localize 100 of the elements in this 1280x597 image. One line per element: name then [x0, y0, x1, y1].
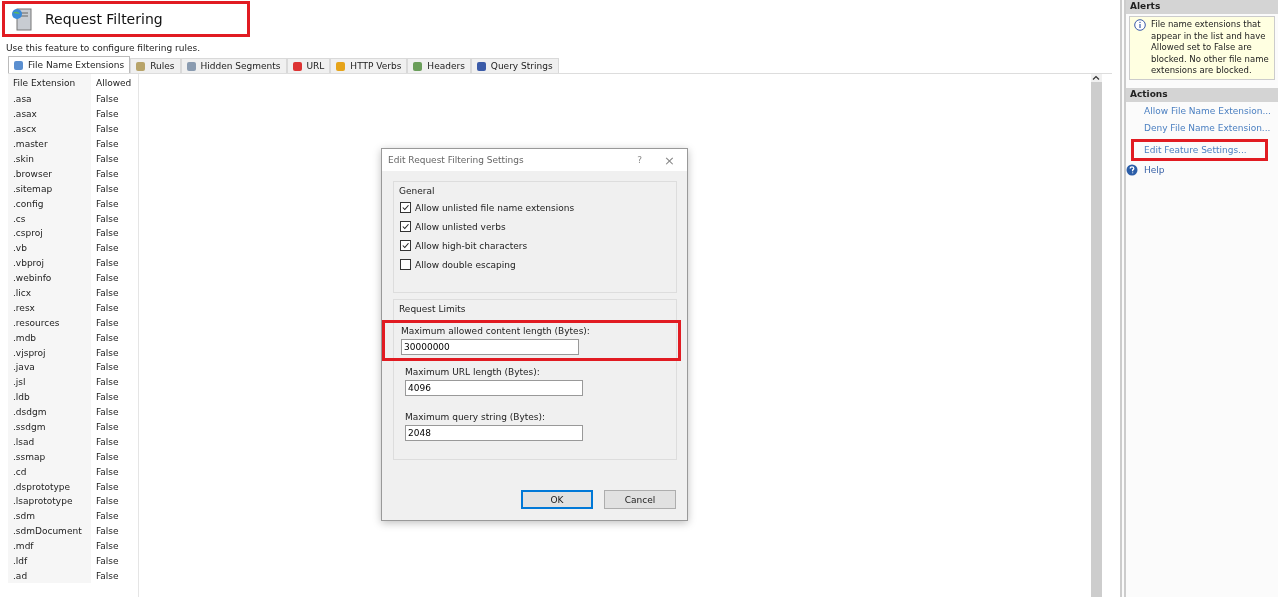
- scroll-up-icon[interactable]: [1092, 75, 1100, 80]
- table-cell-text: False: [95, 243, 119, 254]
- cancel-button[interactable]: Cancel: [604, 490, 676, 509]
- input-field[interactable]: 4096: [405, 380, 583, 396]
- table-cell: .cd: [8, 464, 91, 480]
- dialog-title: Edit Request Filtering Settings: [388, 155, 525, 165]
- action-link[interactable]: Edit Feature Settings...: [1144, 144, 1247, 155]
- table-cell-text: False: [95, 183, 119, 194]
- table-cell-text: False: [95, 124, 119, 135]
- table-cell-text: False: [95, 451, 119, 462]
- checkbox-label: Allow double escaping: [415, 259, 516, 270]
- field-label: Maximum query string (Bytes):: [405, 412, 547, 422]
- table-cell-text: False: [95, 422, 119, 433]
- server-icon: [11, 7, 33, 31]
- table-cell-text: False: [95, 198, 119, 209]
- table-cell-text: False: [95, 511, 119, 522]
- table-cell: .csproj: [8, 226, 91, 241]
- checkbox-label: Allow high-bit characters: [415, 240, 528, 251]
- action-link[interactable]: Allow File Name Extension...: [1144, 106, 1271, 116]
- table-cell: .lsaprototype: [8, 494, 91, 509]
- table-cell: .java: [8, 360, 91, 375]
- table-cell-text: False: [95, 526, 119, 537]
- column-header[interactable]: File Extension: [8, 74, 91, 92]
- table-cell-text: False: [95, 288, 119, 298]
- table-cell-text: False: [95, 302, 119, 313]
- tab-icon: [14, 60, 23, 70]
- checkbox-label: Allow unlisted file name extensions: [415, 202, 575, 213]
- table-cell: .resources: [8, 315, 91, 331]
- help-icon: [1126, 164, 1138, 176]
- tab-icon: [292, 61, 302, 71]
- table-cell-text: False: [95, 109, 119, 120]
- table-cell-text: False: [95, 436, 119, 447]
- tab[interactable]: Headers: [407, 58, 471, 73]
- table-cell: .asa: [8, 92, 91, 107]
- tab[interactable]: File Name Extensions: [8, 56, 131, 73]
- checkbox[interactable]: [400, 221, 411, 232]
- table-cell-text: False: [95, 541, 119, 552]
- table-cell-text: False: [95, 317, 119, 328]
- tab[interactable]: Hidden Segments: [180, 58, 287, 73]
- table-cell: .vjsproj: [8, 345, 91, 361]
- table-cell-text: False: [95, 168, 119, 179]
- tab[interactable]: Rules: [130, 58, 181, 73]
- table-cell: .dsprototype: [8, 479, 91, 495]
- table-cell-text: False: [95, 496, 119, 507]
- tab-icon: [476, 61, 486, 71]
- table-cell-text: False: [95, 347, 119, 358]
- group-label: Request Limits: [399, 304, 467, 314]
- table-cell: .sitemap: [8, 181, 91, 197]
- description-text: Use this feature to configure filtering rules.: [6, 43, 202, 53]
- table-cell-text: False: [95, 273, 119, 284]
- table-cell-text: False: [95, 377, 119, 388]
- table-cell-text: False: [95, 228, 119, 239]
- input-field[interactable]: 30000000: [401, 339, 579, 355]
- tab[interactable]: Query Strings: [470, 58, 559, 73]
- close-button[interactable]: ×: [664, 152, 675, 168]
- ok-button[interactable]: OK: [521, 490, 593, 509]
- page-title: Request Filtering: [45, 11, 163, 27]
- table-cell-text: False: [95, 258, 119, 269]
- table-cell: .browser: [8, 166, 91, 182]
- info-icon: [1134, 19, 1146, 31]
- checkbox-label: Allow unlisted verbs: [415, 221, 506, 232]
- tab-icon: [336, 61, 346, 71]
- checkbox[interactable]: [400, 240, 411, 251]
- table-cell-text: False: [95, 213, 119, 224]
- tab-icon: [136, 61, 146, 71]
- column-header[interactable]: Allowed: [91, 78, 132, 88]
- table-cell-text: False: [95, 570, 119, 581]
- table-cell-text: False: [95, 154, 119, 164]
- table-cell-text: False: [95, 362, 119, 373]
- panel-heading: Actions: [1126, 87, 1278, 102]
- help-button[interactable]: ?: [637, 155, 643, 165]
- table-cell-text: False: [95, 332, 119, 343]
- tab-icon: [413, 61, 423, 71]
- table-cell-text: False: [95, 556, 119, 567]
- table-cell-text: False: [95, 481, 119, 492]
- tab[interactable]: HTTP Verbs: [330, 58, 408, 73]
- action-link[interactable]: Deny File Name Extension...: [1144, 123, 1271, 133]
- table-cell-text: False: [95, 392, 119, 403]
- input-field[interactable]: 2048: [405, 425, 583, 441]
- checkbox[interactable]: [400, 202, 411, 213]
- tab[interactable]: URL: [286, 58, 331, 73]
- field-label: Maximum URL length (Bytes):: [405, 367, 541, 377]
- checkbox[interactable]: [400, 259, 411, 270]
- panel-heading: Alerts: [1126, 0, 1278, 14]
- table-cell: .ssmap: [8, 449, 91, 465]
- table-cell-text: False: [95, 139, 119, 150]
- field-label: Maximum allowed content length (Bytes):: [401, 326, 591, 336]
- table-cell: .resx: [8, 300, 91, 316]
- tab-icon: [186, 61, 196, 71]
- group-label: General: [399, 186, 436, 196]
- table-cell: .mdb: [8, 330, 91, 346]
- table-cell-text: False: [95, 94, 119, 105]
- table-cell-text: False: [95, 466, 119, 477]
- table-cell: .lsad: [8, 434, 91, 450]
- action-link[interactable]: Help: [1144, 165, 1165, 175]
- scrollbar[interactable]: [1091, 74, 1102, 597]
- table-cell: .cs: [8, 211, 91, 226]
- alert-text: File name extensions that appear in the list and have Allowed set to False are blocked. No other file name extensions are blocked.: [1151, 19, 1270, 77]
- table-cell-text: False: [95, 407, 119, 418]
- table-cell: .config: [8, 196, 91, 212]
